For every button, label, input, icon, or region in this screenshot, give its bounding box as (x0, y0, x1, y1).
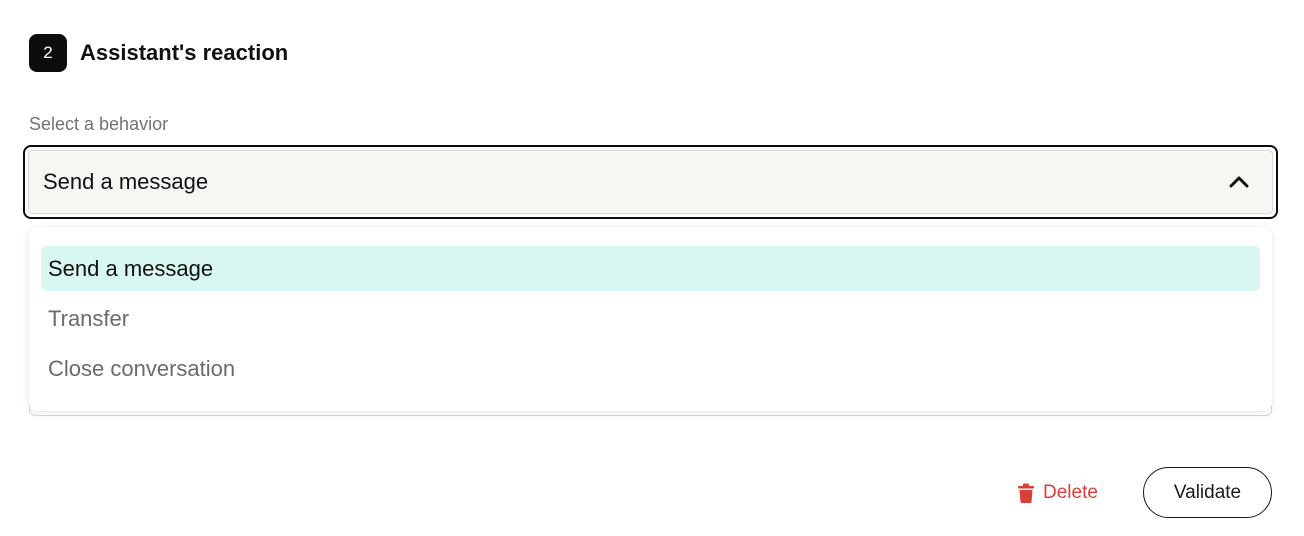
delete-label: Delete (1043, 482, 1098, 503)
validate-button[interactable]: Validate (1143, 467, 1272, 518)
section-header: 2 Assistant's reaction (29, 34, 288, 72)
assistant-reaction-panel: 2 Assistant's reaction Select a behavior… (0, 0, 1304, 536)
behavior-select-value: Send a message (43, 169, 209, 194)
step-number-badge: 2 (29, 34, 67, 72)
trash-icon (1018, 483, 1034, 503)
behavior-select-label: Select a behavior (29, 114, 169, 134)
delete-button[interactable]: Delete (1018, 480, 1098, 506)
behavior-select[interactable]: Send a message (23, 145, 1278, 219)
section-title: Assistant's reaction (80, 40, 289, 65)
option-send-message[interactable]: Send a message (41, 246, 1260, 291)
behavior-dropdown-menu: Send a message Transfer Close conversati… (29, 227, 1272, 411)
option-transfer[interactable]: Transfer (41, 296, 1260, 341)
behavior-select-control[interactable]: Send a message (28, 150, 1273, 214)
chevron-up-icon[interactable] (1228, 171, 1250, 193)
option-close-conversation[interactable]: Close conversation (41, 346, 1260, 391)
